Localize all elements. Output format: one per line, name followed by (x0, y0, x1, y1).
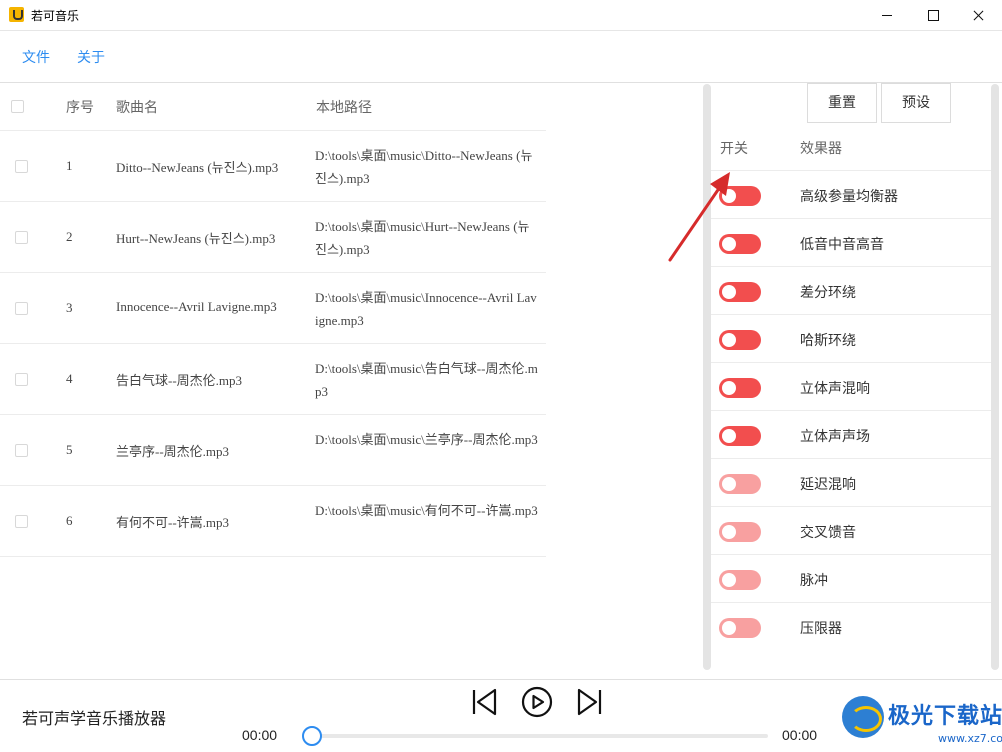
cell-song-name: 告白气球--周杰伦.mp3 (116, 373, 243, 388)
progress-track[interactable] (312, 734, 768, 738)
select-all-checkbox[interactable] (11, 100, 24, 113)
effect-toggle[interactable] (719, 330, 761, 350)
row-checkbox[interactable] (15, 373, 28, 386)
player-title: 若可声学音乐播放器 (22, 709, 167, 728)
cell-song-name: Innocence--Avril Lavigne.mp3 (116, 299, 277, 314)
header-number: 序号 (66, 100, 94, 116)
next-track-button[interactable] (573, 686, 605, 718)
maximize-button[interactable] (910, 0, 956, 31)
cell-song-name: 有何不可--许嵩.mp3 (116, 515, 230, 530)
watermark: 极光下载站 www.xz7.com (842, 688, 1002, 752)
effect-label: 立体声混响 (800, 381, 870, 397)
effect-label: 立体声声场 (800, 429, 870, 445)
reset-button[interactable]: 重置 (807, 83, 877, 123)
cell-number: 5 (66, 442, 73, 457)
effect-label: 高级参量均衡器 (800, 189, 898, 205)
watermark-url: www.xz7.com (938, 732, 1002, 745)
cell-local-path: D:\tools\桌面\music\Ditto--NewJeans (뉴진스).… (315, 148, 533, 186)
cell-song-name: Hurt--NewJeans (뉴진스).mp3 (116, 231, 276, 246)
previous-track-button[interactable] (469, 686, 501, 718)
effect-toggle[interactable] (719, 570, 761, 590)
header-switch: 开关 (720, 141, 748, 157)
annotation-arrow-icon (668, 172, 730, 262)
current-time: 00:00 (242, 727, 278, 743)
row-checkbox[interactable] (15, 160, 28, 173)
cell-number: 2 (66, 229, 73, 244)
cell-local-path: D:\tools\桌面\music\兰亭序--周杰伦.mp3 (315, 432, 538, 447)
preset-button[interactable]: 预设 (881, 83, 951, 123)
table-row[interactable]: 3 Innocence--Avril Lavigne.mp3 D:\tools\桌面… (0, 272, 546, 343)
effect-label: 交叉馈音 (800, 525, 856, 541)
effect-row: 延迟混响 (711, 458, 991, 506)
effect-row: 低音中音高音 (711, 218, 991, 266)
table-row[interactable]: 4 告白气球--周杰伦.mp3 D:\tools\桌面\music\告白气球--周杰… (0, 343, 546, 414)
effect-toggle[interactable] (719, 378, 761, 398)
effect-toggle[interactable] (719, 426, 761, 446)
effect-row: 立体声声场 (711, 410, 991, 458)
total-time: 00:00 (782, 727, 818, 743)
song-table: 序号 歌曲名 本地路径 1 Ditto--NewJeans (뉴진스).mp3 D:… (0, 83, 700, 673)
effects-scrollbar[interactable] (991, 84, 999, 670)
cell-song-name: 兰亭序--周杰伦.mp3 (116, 444, 230, 459)
effect-row: 哈斯环绕 (711, 314, 991, 362)
watermark-text: 极光下载站 (888, 704, 1002, 729)
effect-label: 低音中音高音 (800, 237, 884, 253)
play-button[interactable] (521, 686, 553, 718)
window-title: 若可音乐 (31, 9, 80, 23)
effect-label: 延迟混响 (800, 477, 856, 493)
progress-knob[interactable] (302, 726, 322, 746)
table-divider (0, 556, 546, 557)
table-row[interactable]: 2 Hurt--NewJeans (뉴진스).mp3 D:\tools\桌面\mus… (0, 201, 546, 272)
effect-toggle[interactable] (719, 618, 761, 638)
effect-toggle[interactable] (719, 474, 761, 494)
minimize-button[interactable] (864, 0, 910, 31)
effects-panel: 重置 预设 开关 效果器 高级参量均衡器 低音中音高音 差分环绕哈斯环绕立体声混响立… (711, 83, 991, 673)
effect-label: 脉冲 (800, 573, 828, 589)
effect-label: 压限器 (800, 621, 842, 637)
table-row[interactable]: 6 有何不可--许嵩.mp3 D:\tools\桌面\music\有何不可--许嵩.… (0, 485, 546, 556)
effect-row: 高级参量均衡器 (711, 170, 991, 218)
table-row[interactable]: 1 Ditto--NewJeans (뉴진스).mp3 D:\tools\桌面\mu… (0, 130, 546, 201)
cell-local-path: D:\tools\桌面\music\有何不可--许嵩.mp3 (315, 503, 538, 518)
effect-row: 立体声混响 (711, 362, 991, 410)
header-local-path: 本地路径 (316, 100, 372, 116)
cell-local-path: D:\tools\桌面\music\Innocence--Avril Lavig… (315, 290, 537, 328)
row-checkbox[interactable] (15, 515, 28, 528)
close-button[interactable] (956, 0, 1002, 31)
cell-song-name: Ditto--NewJeans (뉴진스).mp3 (116, 160, 279, 175)
cell-local-path: D:\tools\桌面\music\Hurt--NewJeans (뉴진스).m… (315, 219, 530, 257)
header-effect: 效果器 (800, 141, 842, 157)
cell-local-path: D:\tools\桌面\music\告白气球--周杰伦.mp3 (315, 361, 538, 399)
cell-number: 4 (66, 371, 73, 386)
effect-row: 压限器 (711, 602, 991, 650)
effect-toggle[interactable] (719, 282, 761, 302)
effect-label: 哈斯环绕 (800, 333, 856, 349)
table-row[interactable]: 5 兰亭序--周杰伦.mp3 D:\tools\桌面\music\兰亭序--周杰伦.… (0, 414, 546, 485)
row-checkbox[interactable] (15, 231, 28, 244)
menu-bar: 文件 关于 (0, 31, 1002, 83)
row-checkbox[interactable] (15, 444, 28, 457)
menu-about[interactable]: 关于 (77, 47, 105, 67)
title-bar: 若可音乐 (0, 0, 1002, 31)
effect-row: 差分环绕 (711, 266, 991, 314)
menu-file[interactable]: 文件 (22, 47, 50, 67)
effect-row: 交叉馈音 (711, 506, 991, 554)
effect-label: 差分环绕 (800, 285, 856, 301)
effect-row: 脉冲 (711, 554, 991, 602)
header-song-name: 歌曲名 (116, 100, 158, 116)
row-checkbox[interactable] (15, 302, 28, 315)
cell-number: 3 (66, 300, 73, 315)
cell-number: 6 (66, 513, 73, 528)
app-logo-icon (9, 7, 24, 22)
watermark-logo-icon (842, 696, 884, 738)
cell-number: 1 (66, 158, 73, 173)
effect-toggle[interactable] (719, 522, 761, 542)
